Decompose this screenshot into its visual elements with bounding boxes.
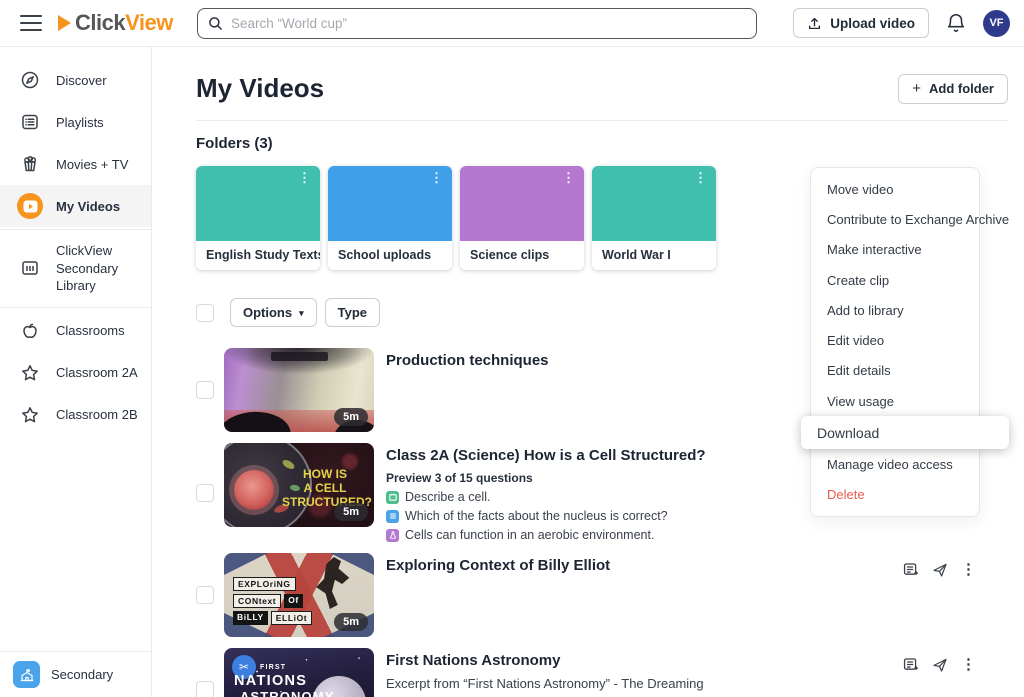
video-context-menu: Move video Contribute to Exchange Archiv… xyxy=(810,167,980,517)
options-button[interactable]: Options ▾ xyxy=(230,298,317,327)
duration-badge: 5m xyxy=(334,408,368,426)
menu-icon[interactable] xyxy=(20,15,42,31)
clickview-logo[interactable]: ClickView xyxy=(58,10,173,36)
menu-item-contribute-exchange-archive[interactable]: Contribute to Exchange Archive xyxy=(811,204,979,234)
thumbnail-overlay-text: EXPLOriNG CONtextOf BiLLYELLiOt xyxy=(233,577,312,625)
duration-badge: 5m xyxy=(334,613,368,631)
sidebar: Discover Playlists Movies + TV My Videos… xyxy=(0,47,152,697)
add-to-playlist-icon[interactable] xyxy=(902,561,919,578)
video-row: ✂ FIRST NATIONS ASTRONOMY 5m First Natio… xyxy=(196,648,1008,697)
select-all-checkbox[interactable] xyxy=(196,304,214,322)
menu-item-delete[interactable]: Delete xyxy=(811,480,979,510)
video-thumbnail[interactable]: 5m xyxy=(224,348,374,432)
menu-item-create-clip[interactable]: Create clip xyxy=(811,265,979,295)
duration-badge: 5m xyxy=(334,503,368,521)
share-icon[interactable] xyxy=(932,562,948,578)
folder-card[interactable]: ⋮ Science clips xyxy=(460,166,584,270)
kebab-menu-icon[interactable]: ⋮ xyxy=(562,171,575,184)
add-folder-button[interactable]: + Add folder xyxy=(898,74,1008,104)
menu-item-view-usage[interactable]: View usage xyxy=(811,386,979,416)
star-icon xyxy=(17,402,43,428)
folder-card[interactable]: ⋮ School uploads xyxy=(328,166,452,270)
sidebar-item-clickview-secondary-library[interactable]: ClickView Secondary Library xyxy=(0,232,151,305)
add-to-playlist-icon[interactable] xyxy=(902,656,919,673)
folder-name: English Study Texts xyxy=(196,241,320,270)
popcorn-icon xyxy=(17,151,43,177)
video-thumbnail[interactable]: HOW IS A CELL STRUCTURED? 5m xyxy=(224,443,374,527)
share-icon[interactable] xyxy=(932,657,948,673)
multiple-choice-icon xyxy=(386,510,399,523)
sidebar-item-playlists[interactable]: Playlists xyxy=(0,101,151,143)
thumbnail-overlay-text: FIRST xyxy=(260,664,286,671)
sidebar-item-discover[interactable]: Discover xyxy=(0,59,151,101)
menu-item-move-video[interactable]: Move video xyxy=(811,174,979,204)
kebab-menu-icon[interactable]: ⋮ xyxy=(694,171,707,184)
thumbnail-overlay-text: NATIONS xyxy=(234,673,307,689)
true-false-icon xyxy=(386,529,399,542)
logo-text-view: View xyxy=(125,10,173,36)
sidebar-item-my-videos[interactable]: My Videos xyxy=(0,185,151,227)
open-question-icon xyxy=(386,491,399,504)
kebab-menu-icon[interactable]: ⋮ xyxy=(961,562,976,577)
folders-heading: Folders (3) xyxy=(196,135,1008,152)
upload-video-button[interactable]: Upload video xyxy=(793,8,929,38)
kebab-menu-icon[interactable]: ⋮ xyxy=(430,171,443,184)
search-input[interactable] xyxy=(231,16,746,31)
kebab-menu-icon[interactable]: ⋮ xyxy=(298,171,311,184)
menu-item-add-to-library[interactable]: Add to library xyxy=(811,295,979,325)
video-thumbnail[interactable]: ✂ FIRST NATIONS ASTRONOMY 5m xyxy=(224,648,374,697)
search-icon xyxy=(208,16,223,31)
user-avatar[interactable]: VF xyxy=(983,10,1010,37)
page-title: My Videos xyxy=(196,73,324,104)
kebab-menu-icon[interactable]: ⋮ xyxy=(961,657,976,672)
sidebar-item-classrooms[interactable]: Classrooms xyxy=(0,310,151,352)
folder-card[interactable]: ⋮ English Study Texts xyxy=(196,166,320,270)
folder-name: World War I xyxy=(592,241,716,270)
logo-play-icon xyxy=(58,15,71,31)
video-checkbox[interactable] xyxy=(196,484,214,502)
school-icon xyxy=(13,661,40,688)
menu-item-download-highlighted[interactable]: Download xyxy=(801,416,1009,449)
playlists-icon xyxy=(17,109,43,135)
logo-text-click: Click xyxy=(75,10,125,36)
plus-icon: + xyxy=(912,80,921,97)
menu-item-make-interactive[interactable]: Make interactive xyxy=(811,235,979,265)
row-actions: ⋮ xyxy=(902,561,976,578)
library-icon xyxy=(17,255,43,281)
top-bar: ClickView Upload video VF xyxy=(0,0,1024,47)
my-videos-icon xyxy=(17,193,43,219)
search-bar[interactable] xyxy=(197,8,757,39)
sidebar-footer-secondary[interactable]: Secondary xyxy=(0,651,151,697)
video-row: EXPLOriNG CONtextOf BiLLYELLiOt 5m Explo… xyxy=(196,553,1008,637)
notifications-bell-icon[interactable] xyxy=(945,12,967,34)
star-icon xyxy=(17,360,43,386)
compass-icon xyxy=(17,67,43,93)
divider xyxy=(196,120,1008,121)
sidebar-item-movies-tv[interactable]: Movies + TV xyxy=(0,143,151,185)
question-item: Cells can function in an aerobic environ… xyxy=(386,528,1008,542)
divider xyxy=(0,307,151,308)
folder-card[interactable]: ⋮ World War I xyxy=(592,166,716,270)
menu-item-edit-details[interactable]: Edit details xyxy=(811,356,979,386)
video-checkbox[interactable] xyxy=(196,586,214,604)
upload-label: Upload video xyxy=(830,16,915,31)
divider xyxy=(0,229,151,230)
folder-name: Science clips xyxy=(460,241,584,270)
video-subtitle: Excerpt from “First Nations Astronomy” -… xyxy=(386,676,1008,691)
folder-name: School uploads xyxy=(328,241,452,270)
menu-item-manage-video-access[interactable]: Manage video access xyxy=(811,449,979,479)
video-checkbox[interactable] xyxy=(196,681,214,697)
upload-icon xyxy=(807,16,822,31)
thumbnail-overlay-text: ASTRONOMY xyxy=(240,689,334,697)
type-button[interactable]: Type xyxy=(325,298,380,327)
chevron-down-icon: ▾ xyxy=(299,308,304,319)
video-thumbnail[interactable]: EXPLOriNG CONtextOf BiLLYELLiOt 5m xyxy=(224,553,374,637)
row-actions: ⋮ xyxy=(902,656,976,673)
sidebar-item-classroom-2a[interactable]: Classroom 2A xyxy=(0,352,151,394)
video-checkbox[interactable] xyxy=(196,381,214,399)
menu-item-edit-video[interactable]: Edit video xyxy=(811,325,979,355)
sidebar-item-classroom-2b[interactable]: Classroom 2B xyxy=(0,394,151,436)
apple-icon xyxy=(17,318,43,344)
